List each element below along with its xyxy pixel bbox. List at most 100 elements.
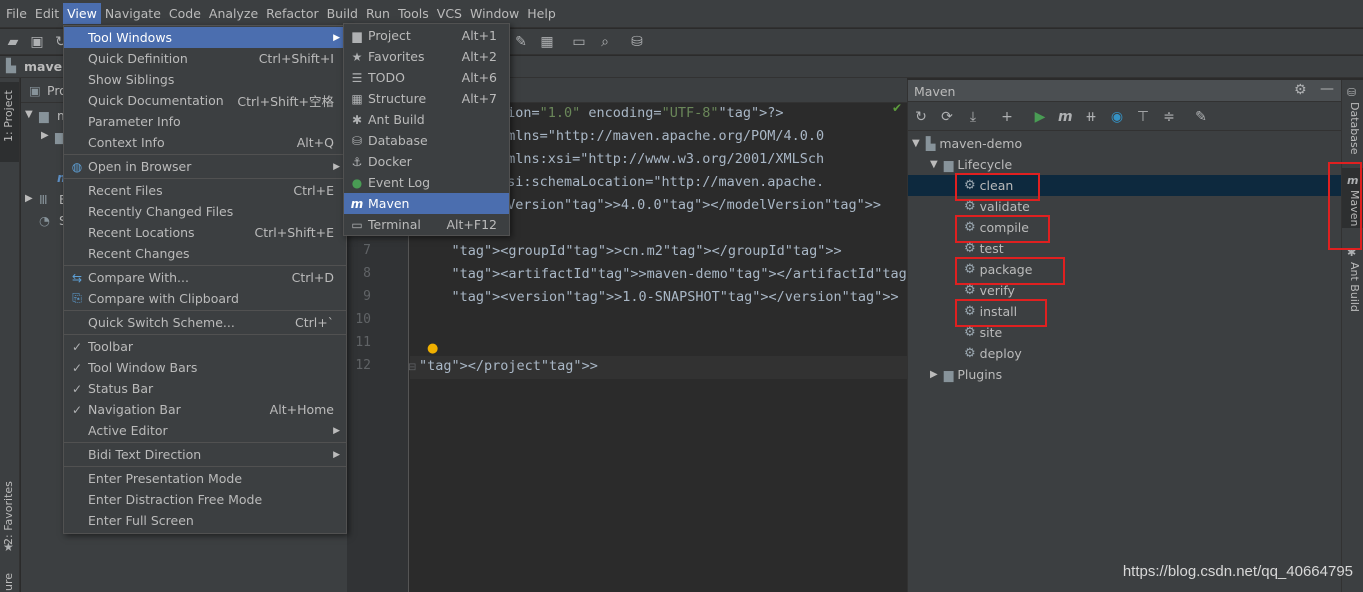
skip-tests-icon[interactable]: ◉: [1110, 110, 1124, 124]
code-line[interactable]: "tag"><groupId"tag">>cn.m2"tag"></groupI…: [419, 243, 842, 259]
tree-item-lifecycle[interactable]: ▼ ▆ Lifecycle: [930, 154, 1012, 174]
search-icon[interactable]: ⌕: [598, 35, 612, 49]
structure-tool-tab[interactable]: ure: [2, 572, 18, 592]
view-menu-item[interactable]: Active Editor ▶: [64, 420, 346, 441]
open-folder-icon[interactable]: ▰: [6, 35, 20, 49]
view-menu-item[interactable]: Show Siblings: [64, 69, 346, 90]
code-line[interactable]: "tag"><version"tag">>1.0-SNAPSHOT"tag"><…: [419, 289, 899, 305]
scratches-icon: ◔: [39, 213, 50, 228]
vcs-icon[interactable]: ⛁: [630, 35, 644, 49]
lightbulb-icon[interactable]: ●: [427, 341, 438, 356]
tool-window-item[interactable]: ✱ Ant Build: [344, 109, 509, 130]
view-menu-item[interactable]: Recent Changes: [64, 243, 346, 264]
expand-arrow-icon[interactable]: ▶: [930, 369, 938, 380]
tree-item-project[interactable]: ▼ ▙ maven-demo: [912, 133, 1022, 153]
code-line[interactable]: "tag"><artifactId"tag">>maven-demo"tag">…: [419, 266, 932, 282]
view-menu-item[interactable]: Quick Documentation Ctrl+Shift+空格: [64, 90, 346, 111]
tool-window-item[interactable]: m Maven: [344, 193, 509, 214]
view-menu-item[interactable]: Enter Full Screen: [64, 510, 346, 531]
tool-window-item[interactable]: ▭ Terminal Alt+F12: [344, 214, 509, 235]
lifecycle-phase-verify[interactable]: ⚙ verify: [964, 280, 1015, 300]
view-menu-item[interactable]: Enter Presentation Mode: [64, 468, 346, 489]
run-icon[interactable]: ▶: [1033, 110, 1047, 124]
view-menu-item[interactable]: Recent Files Ctrl+E: [64, 180, 346, 201]
expand-arrow-icon[interactable]: ▼: [25, 109, 33, 120]
maven-settings-wrench-icon[interactable]: ✎: [1194, 110, 1208, 124]
menu-run[interactable]: Run: [362, 3, 394, 24]
code-line[interactable]: xsi:schemaLocation="http://maven.apache.: [499, 174, 824, 190]
view-menu-item[interactable]: ◍ Open in Browser ▶: [64, 156, 346, 177]
line-number: 12: [355, 358, 371, 373]
tool-window-item[interactable]: ● Event Log: [344, 172, 509, 193]
menu-analyze[interactable]: Analyze: [205, 3, 262, 24]
view-menu-item[interactable]: Recent Locations Ctrl+Shift+E: [64, 222, 346, 243]
lifecycle-phase-test[interactable]: ⚙ test: [964, 238, 1004, 258]
lifecycle-phase-deploy[interactable]: ⚙ deploy: [964, 343, 1022, 363]
event-log-icon: ●: [351, 175, 363, 190]
generate-sources-icon[interactable]: ⟳: [940, 110, 954, 124]
view-menu-item[interactable]: Enter Distraction Free Mode: [64, 489, 346, 510]
minimize-icon[interactable]: —: [1320, 81, 1334, 97]
tool-window-item[interactable]: ⛁ Database: [344, 130, 509, 151]
expand-arrow-icon[interactable]: ▶: [25, 193, 33, 204]
code-line[interactable]: xmlns="http://maven.apache.org/POM/4.0.0: [499, 128, 824, 144]
menu-vcs[interactable]: VCS: [433, 3, 466, 24]
save-icon[interactable]: ▣: [30, 35, 44, 49]
execute-goal-icon[interactable]: m: [1058, 110, 1073, 124]
tool-window-item[interactable]: ▦ Structure Alt+7: [344, 88, 509, 109]
download-icon[interactable]: ⤓: [966, 110, 980, 124]
wrench-icon[interactable]: ✎: [514, 35, 528, 49]
menu-code[interactable]: Code: [165, 3, 205, 24]
project-structure-icon[interactable]: ▦: [540, 35, 554, 49]
view-menu-item[interactable]: Recently Changed Files: [64, 201, 346, 222]
view-menu-item[interactable]: ✓ Navigation Bar Alt+Home: [64, 399, 346, 420]
toggle-offline-icon[interactable]: ⧺: [1084, 110, 1098, 124]
expand-arrow-icon[interactable]: ▼: [930, 159, 938, 170]
lifecycle-phase-validate[interactable]: ⚙ validate: [964, 196, 1030, 216]
tool-window-item[interactable]: ▆ Project Alt+1: [344, 25, 509, 46]
favorites-tool-tab[interactable]: 2: Favorites: [2, 478, 18, 548]
fold-icon[interactable]: ⊟: [408, 362, 416, 373]
view-menu-item[interactable]: Context Info Alt+Q: [64, 132, 346, 153]
view-menu-item[interactable]: Bidi Text Direction ▶: [64, 444, 346, 465]
menu-refactor[interactable]: Refactor: [262, 3, 322, 24]
lifecycle-phase-site[interactable]: ⚙ site: [964, 322, 1002, 342]
menu-edit[interactable]: Edit: [31, 3, 63, 24]
tool-window-item[interactable]: ☰ TODO Alt+6: [344, 67, 509, 88]
tool-window-item[interactable]: ★ Favorites Alt+2: [344, 46, 509, 67]
menu-window[interactable]: Window: [466, 3, 523, 24]
menu-view[interactable]: View: [63, 3, 101, 24]
menu-build[interactable]: Build: [323, 3, 362, 24]
expand-arrow-icon[interactable]: ▶: [41, 130, 49, 141]
project-tool-tab[interactable]: 1: Project: [2, 86, 18, 146]
view-menu-item[interactable]: Quick Switch Scheme... Ctrl+`: [64, 312, 346, 333]
database-tool-tab[interactable]: Database: [1345, 102, 1361, 162]
menu-navigate[interactable]: Navigate: [101, 3, 165, 24]
view-menu-item[interactable]: ⎘ Compare with Clipboard: [64, 288, 346, 309]
reload-icon[interactable]: ↻: [914, 110, 928, 124]
view-menu-item[interactable]: Parameter Info: [64, 111, 346, 132]
add-icon[interactable]: +: [1000, 110, 1014, 124]
menu-file[interactable]: File: [2, 3, 31, 24]
view-menu-item[interactable]: ⇆ Compare With... Ctrl+D: [64, 267, 346, 288]
ant-build-tool-tab[interactable]: Ant Build: [1345, 262, 1361, 322]
tree-item-plugins[interactable]: ▶ ▆ Plugins: [930, 364, 1002, 384]
code-line[interactable]: lVersion"tag">>4.0.0"tag"></modelVersion…: [499, 197, 881, 213]
code-line[interactable]: "tag"></project"tag">>: [419, 358, 598, 374]
view-menu-item[interactable]: ✓ Status Bar: [64, 378, 346, 399]
view-menu-item[interactable]: Quick Definition Ctrl+Shift+I: [64, 48, 346, 69]
settings-gear-icon[interactable]: ⚙: [1294, 82, 1307, 98]
code-line[interactable]: sion="1.0" encoding="UTF-8""tag">?>: [499, 105, 784, 121]
show-dependencies-icon[interactable]: ⊤: [1136, 110, 1150, 124]
expand-arrow-icon[interactable]: ▼: [912, 138, 920, 149]
tool-window-item[interactable]: ⚓ Docker: [344, 151, 509, 172]
terminal-icon[interactable]: ▭: [572, 35, 586, 49]
menu-tools[interactable]: Tools: [394, 3, 433, 24]
menu-help[interactable]: Help: [523, 3, 560, 24]
view-menu-item[interactable]: ✓ Toolbar: [64, 336, 346, 357]
compare-icon: ⇆: [71, 270, 83, 285]
code-line[interactable]: xmlns:xsi="http://www.w3.org/2001/XMLSch: [499, 151, 824, 167]
view-menu-item[interactable]: Tool Windows ▶: [64, 27, 346, 48]
view-menu-item[interactable]: ✓ Tool Window Bars: [64, 357, 346, 378]
collapse-all-icon[interactable]: ≑: [1162, 110, 1176, 124]
